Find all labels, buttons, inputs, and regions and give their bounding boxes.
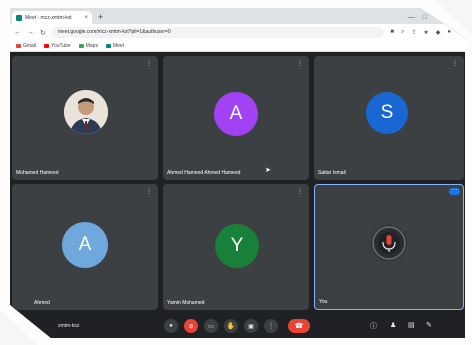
reload-icon[interactable]: ↻ <box>40 29 46 37</box>
close-tab-icon[interactable]: × <box>84 15 88 21</box>
participant-tile[interactable]: ⋮ Y Yamin Mohamed <box>163 184 309 310</box>
present-icon: ▣ <box>248 323 254 330</box>
bookmark-label: Gmail <box>23 43 37 49</box>
new-tab-button[interactable]: + <box>98 11 103 24</box>
participant-tile[interactable]: ⋮ A Ahmed <box>12 184 158 310</box>
cursor-icon: ➤ <box>265 167 271 174</box>
tab-title: Meet - mcz-xmtm-kxt <box>25 14 72 21</box>
participant-name: Ahmed Hameed Ahmed Hameed <box>167 170 241 176</box>
camera-off-button[interactable]: ⊘ <box>184 319 198 333</box>
meeting-toolbar: xmtm-kxz ● ⊘ ▭ ✋ ▣ ⋮ ☎ ⓘ ♟ ▤ ✎ <box>10 316 465 338</box>
participant-name: Yamin Mohamed <box>167 300 205 306</box>
captions-button[interactable]: ▭ <box>204 319 218 333</box>
bookmark-youtube[interactable]: YouTube <box>44 43 71 49</box>
meet-icon <box>105 44 111 48</box>
more-options-icon[interactable]: ⋮ <box>146 188 152 195</box>
participant-grid: ⋮ Mohamed Hameed ⋮ A Ahmed Hameed Ahmed … <box>12 56 464 314</box>
tab-bar: Meet - mcz-xmtm-kxt × + — □ <box>10 8 465 24</box>
more-options-icon[interactable]: ⋮ <box>297 60 303 67</box>
tab-meet[interactable]: Meet - mcz-xmtm-kxt × <box>12 11 92 24</box>
avatar: Y <box>215 224 259 268</box>
maps-icon <box>78 44 84 48</box>
gmail-icon <box>16 44 21 48</box>
meet-favicon-icon <box>16 14 22 21</box>
bookmark-meet[interactable]: Meet <box>105 43 125 49</box>
more-options-icon[interactable]: ⋮ <box>297 188 303 195</box>
forward-icon[interactable]: → <box>27 29 34 36</box>
avatar-initial: A <box>229 103 243 124</box>
participant-tile[interactable]: ⋮ Mohamed Hameed <box>12 56 158 180</box>
participant-name: Mohamed Hameed <box>16 170 59 176</box>
maximize-icon[interactable]: □ <box>423 11 427 24</box>
back-icon[interactable]: ← <box>14 29 21 36</box>
browser-window: Meet - mcz-xmtm-kxt × + — □ ← → ↻ meet.g… <box>10 8 465 338</box>
raise-hand-button[interactable]: ✋ <box>224 319 238 333</box>
minimize-icon[interactable]: — <box>408 11 415 24</box>
address-bar: ← → ↻ meet.google.com/mcz-xmtm-kxt?pli=1… <box>10 24 465 41</box>
microphone-icon: ● <box>169 323 173 329</box>
more-options-button[interactable]: ⋮ <box>264 319 278 333</box>
avatar-initial: Y <box>230 235 244 256</box>
more-options-icon[interactable]: ⋮ <box>146 60 152 67</box>
avatar-initial: S <box>380 102 394 123</box>
people-icon[interactable]: ♟ <box>390 321 396 329</box>
avatar-initial: A <box>78 234 92 255</box>
more-options-icon[interactable]: ⋮ <box>452 60 458 67</box>
phone-hangup-icon: ☎ <box>294 323 304 330</box>
camera-off-icon: ⊘ <box>188 323 194 330</box>
more-options-icon[interactable]: ··· <box>449 187 460 195</box>
bookmarks-bar: Gmail YouTube Maps Meet <box>10 41 465 52</box>
url-field[interactable]: meet.google.com/mcz-xmtm-kxt?pli=1&authu… <box>51 27 385 38</box>
bookmark-gmail[interactable]: Gmail <box>16 43 36 49</box>
participant-name: You <box>319 299 328 305</box>
participant-tile[interactable]: ⋮ S Sattar Ismail <box>314 56 464 180</box>
extensions-icon[interactable]: ◆ <box>436 29 441 36</box>
leave-call-button[interactable]: ☎ <box>288 319 310 333</box>
youtube-icon <box>44 44 50 48</box>
share-icon[interactable]: ⇪ <box>411 29 416 36</box>
captions-icon: ▭ <box>208 323 214 330</box>
self-preview <box>371 225 407 261</box>
profile-photo-icon <box>64 90 108 134</box>
chat-icon[interactable]: ▤ <box>408 321 415 329</box>
participant-tile[interactable]: ⋮ A Ahmed Hameed Ahmed Hameed ➤ <box>163 56 309 180</box>
camera-icon[interactable]: ■ <box>390 29 394 36</box>
participant-name: Sattar Ismail <box>318 170 346 176</box>
avatar <box>64 90 108 134</box>
info-icon[interactable]: ⓘ <box>370 321 377 331</box>
star-icon[interactable]: ★ <box>423 29 428 36</box>
bookmark-label: YouTube <box>51 43 71 49</box>
participant-name: Ahmed <box>34 300 50 306</box>
meeting-code: xmtm-kxz <box>58 323 80 329</box>
avatar: S <box>366 92 408 134</box>
mic-toggle-button[interactable]: ● <box>164 319 178 333</box>
zoom-icon[interactable]: ⌕ <box>401 29 404 36</box>
avatar: A <box>62 222 108 268</box>
avatar: A <box>214 92 258 136</box>
activities-icon[interactable]: ✎ <box>426 321 432 329</box>
bookmark-label: Maps <box>85 43 98 49</box>
present-button[interactable]: ▣ <box>244 319 258 333</box>
profile-icon[interactable]: ● <box>447 29 451 36</box>
bookmark-label: Meet <box>112 43 125 49</box>
more-vert-icon: ⋮ <box>267 323 275 330</box>
hand-icon: ✋ <box>226 323 236 330</box>
bookmark-maps[interactable]: Maps <box>78 43 98 49</box>
self-tile[interactable]: ··· You <box>314 184 464 310</box>
microphone-icon <box>372 226 406 260</box>
